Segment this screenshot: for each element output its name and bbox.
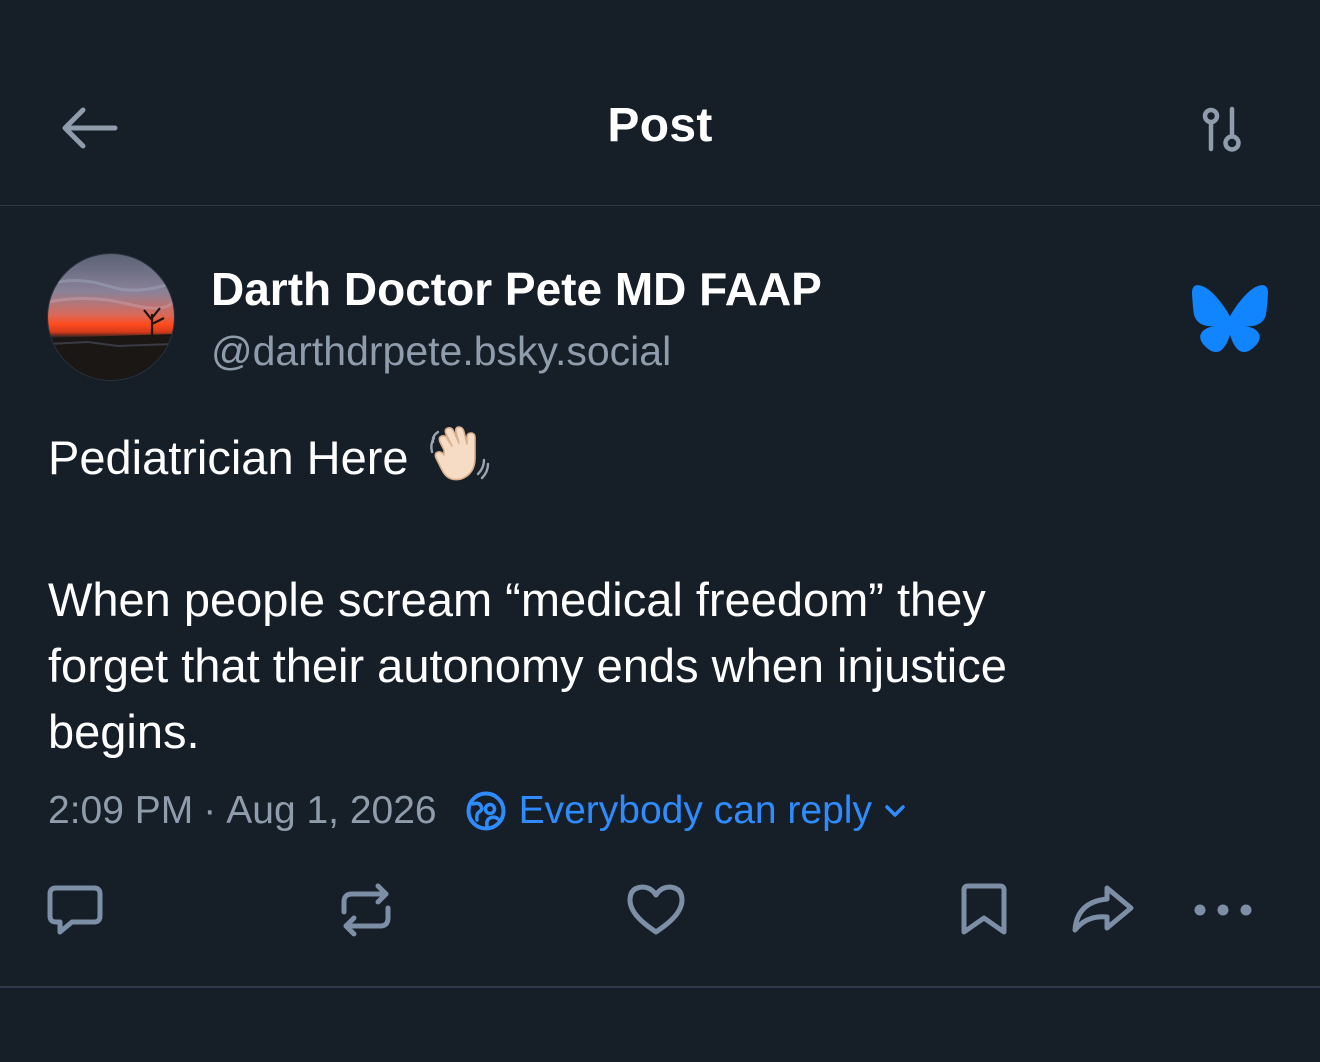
post-date: Aug 1, 2026 <box>226 789 437 832</box>
bookmark-icon <box>961 883 1007 935</box>
bookmark-button[interactable] <box>958 878 1010 942</box>
post-screen: Post Darth Doctor Pete MD FAAP @darthdrp… <box>0 0 1320 1062</box>
post-meta: 2:09 PM · Aug 1, 2026 Everybody can repl… <box>48 786 906 836</box>
post-body: Pediatrician Here When people scream “me… <box>48 424 1278 765</box>
reply-settings-button[interactable]: Everybody can reply <box>465 789 906 833</box>
post-line: When people scream “medical freedom” the… <box>48 573 986 626</box>
heart-icon <box>627 884 685 935</box>
waving-hand-emoji <box>428 424 490 501</box>
reply-button[interactable] <box>44 878 106 942</box>
globe-icon <box>466 791 506 831</box>
post-line: begins. <box>48 705 200 758</box>
page-title: Post <box>607 99 713 152</box>
bluesky-butterfly-icon <box>1192 284 1268 353</box>
share-button[interactable] <box>1070 878 1136 942</box>
speech-bubble-icon <box>47 885 103 935</box>
post-line: forget that their autonomy ends when inj… <box>48 639 1007 692</box>
sliders-icon <box>1202 106 1241 152</box>
bottom-divider <box>0 986 1320 988</box>
more-button[interactable] <box>1190 878 1256 942</box>
top-bar: Post <box>0 0 1320 206</box>
sunset-landscape-avatar <box>48 254 174 380</box>
post-text-segment: Pediatrician Here <box>48 431 409 484</box>
thread-settings-button[interactable] <box>1194 102 1250 158</box>
author-handle[interactable]: @darthdrpete.bsky.social <box>211 328 671 375</box>
repost-button[interactable] <box>334 878 398 942</box>
post-line <box>48 501 1278 567</box>
repost-icon <box>341 883 391 937</box>
author-display-name[interactable]: Darth Doctor Pete MD FAAP <box>211 262 822 316</box>
post-line: Pediatrician Here <box>48 424 1278 501</box>
share-arrow-icon <box>1072 885 1134 933</box>
meta-separator: · <box>203 789 217 832</box>
ellipsis-icon <box>1194 904 1252 916</box>
post-time: 2:09 PM <box>48 789 194 832</box>
avatar[interactable] <box>48 254 174 380</box>
reply-setting-label: Everybody can reply <box>518 789 872 832</box>
like-button[interactable] <box>624 878 688 942</box>
chevron-down-icon <box>885 805 905 817</box>
